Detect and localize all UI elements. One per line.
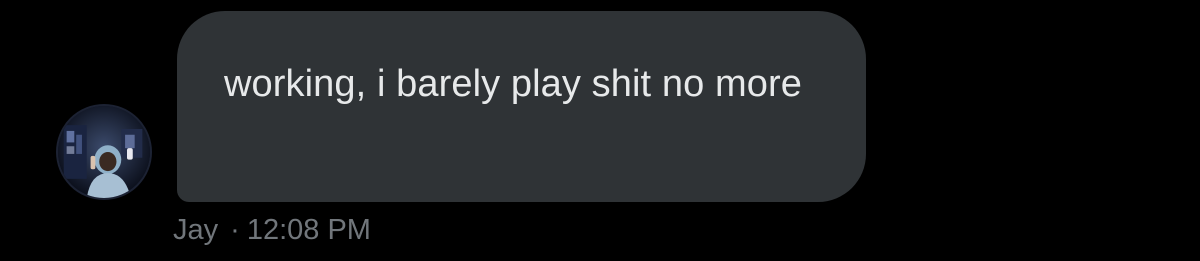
dm-conversation: working, i barely play shit no more Jay …: [0, 0, 1200, 261]
avatar-photo-icon: [58, 106, 150, 198]
message-timestamp: 12:08 PM: [246, 213, 371, 246]
sender-avatar[interactable]: [56, 104, 152, 200]
message-meta: Jay · 12:08 PM: [173, 212, 371, 248]
sender-name[interactable]: Jay: [173, 214, 218, 247]
message-bubble[interactable]: working, i barely play shit no more: [177, 11, 866, 202]
message-text: working, i barely play shit no more: [224, 63, 802, 105]
meta-separator: ·: [230, 213, 240, 246]
